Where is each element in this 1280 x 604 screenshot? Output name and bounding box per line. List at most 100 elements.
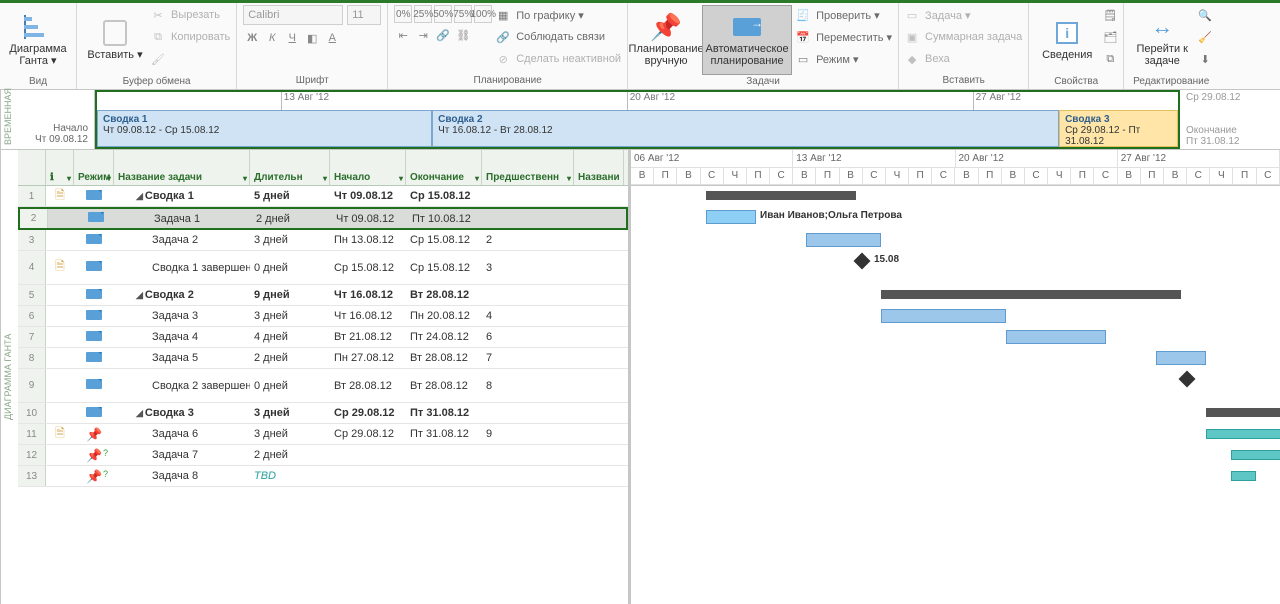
cell-pred[interactable]: 8: [482, 380, 574, 392]
cell-mode[interactable]: 📌: [74, 469, 114, 484]
cell-finish[interactable]: Пт 24.08.12: [406, 331, 482, 343]
cell-duration[interactable]: 5 дней: [250, 190, 330, 202]
cell-duration[interactable]: 2 дней: [252, 213, 332, 225]
cell-name[interactable]: ◢Сводка 2: [114, 289, 250, 301]
cell-mode[interactable]: 📌: [74, 448, 114, 463]
manual-schedule-button[interactable]: 📌 Планирование вручную: [634, 5, 698, 75]
cell-name[interactable]: Задача 7: [114, 449, 250, 461]
col-predecessors[interactable]: Предшественн▾: [482, 150, 574, 185]
cell-duration[interactable]: 3 дней: [250, 310, 330, 322]
font-color-button[interactable]: A: [323, 29, 341, 47]
table-row[interactable]: 12📌Задача 72 дней: [18, 445, 628, 466]
cell-start[interactable]: Ср 29.08.12: [330, 407, 406, 419]
cell-duration[interactable]: 3 дней: [250, 407, 330, 419]
cell-finish[interactable]: Вт 28.08.12: [406, 380, 482, 392]
cell-duration[interactable]: 0 дней: [250, 262, 330, 274]
cell-mode[interactable]: 📌: [74, 427, 114, 442]
cell-start[interactable]: Вт 21.08.12: [330, 331, 406, 343]
details-button[interactable]: 🗂: [1103, 27, 1117, 47]
cell-mode[interactable]: [76, 212, 116, 225]
cell-finish[interactable]: Ср 15.08.12: [406, 190, 482, 202]
cell-mode[interactable]: [74, 379, 114, 392]
cell-duration[interactable]: 2 дней: [250, 449, 330, 461]
task-bar[interactable]: [1206, 429, 1280, 439]
inactivate-button[interactable]: ⊘Сделать неактивной: [496, 49, 621, 69]
table-row[interactable]: 3Задача 23 днейПн 13.08.12Ср 15.08.122: [18, 230, 628, 251]
timeline-add-button[interactable]: ⧉: [1103, 49, 1117, 69]
timeline-bar[interactable]: Сводка 3 Ср 29.08.12 - Пт 31.08.12: [1059, 110, 1178, 147]
insert-task-button[interactable]: ▭Задача ▾: [905, 5, 1022, 25]
cell-start[interactable]: Ср 15.08.12: [330, 262, 406, 274]
cell-finish[interactable]: Пт 31.08.12: [406, 407, 482, 419]
task-bar[interactable]: [806, 233, 881, 247]
cell-start[interactable]: Чт 16.08.12: [330, 310, 406, 322]
cell-duration[interactable]: 3 дней: [250, 428, 330, 440]
cell-finish[interactable]: Ср 15.08.12: [406, 262, 482, 274]
task-bar[interactable]: [1006, 330, 1106, 344]
table-row[interactable]: 2Задача 12 днейЧт 09.08.12Пт 10.08.12: [18, 207, 628, 230]
col-rownum[interactable]: [18, 150, 46, 185]
table-row[interactable]: 6Задача 33 днейЧт 16.08.12Пн 20.08.124: [18, 306, 628, 327]
summary-bar[interactable]: [881, 290, 1181, 299]
information-button[interactable]: i Сведения: [1035, 5, 1099, 75]
cell-start[interactable]: Чт 16.08.12: [330, 289, 406, 301]
table-row[interactable]: 1🗎◢Сводка 15 днейЧт 09.08.12Ср 15.08.12: [18, 186, 628, 207]
col-mode[interactable]: Режим задачи▾: [74, 150, 114, 185]
pct-0[interactable]: 0%: [394, 5, 412, 23]
cell-name[interactable]: Задача 2: [114, 234, 250, 246]
cell-mode[interactable]: [74, 190, 114, 203]
cut-button[interactable]: ✂Вырезать: [151, 5, 230, 25]
underline-button[interactable]: Ч: [283, 29, 301, 47]
clear-button[interactable]: 🧹: [1198, 27, 1212, 47]
cell-mode[interactable]: [74, 234, 114, 247]
table-row[interactable]: 5◢Сводка 29 днейЧт 16.08.12Вт 28.08.12: [18, 285, 628, 306]
cell-start[interactable]: Чт 09.08.12: [332, 213, 408, 225]
mode-button[interactable]: ▭Режим ▾: [796, 49, 892, 69]
cell-pred[interactable]: 2: [482, 234, 574, 246]
unlink-button[interactable]: ⛓: [454, 26, 472, 44]
task-bar[interactable]: [706, 210, 756, 224]
table-row[interactable]: 7Задача 44 днейВт 21.08.12Пт 24.08.126: [18, 327, 628, 348]
task-bar[interactable]: [1231, 450, 1280, 460]
summary-bar[interactable]: [1206, 408, 1280, 417]
cell-mode[interactable]: [74, 407, 114, 420]
cell-duration[interactable]: 4 дней: [250, 331, 330, 343]
font-family-combo[interactable]: Calibri: [243, 5, 343, 25]
table-row[interactable]: 8Задача 52 днейПн 27.08.12Вт 28.08.127: [18, 348, 628, 369]
cell-start[interactable]: Пн 27.08.12: [330, 352, 406, 364]
fill-button[interactable]: ⬇: [1198, 49, 1212, 69]
cell-start[interactable]: Чт 09.08.12: [330, 190, 406, 202]
task-bar[interactable]: [881, 309, 1006, 323]
auto-schedule-button[interactable]: Автоматическое планирование: [702, 5, 792, 75]
cell-mode[interactable]: [74, 310, 114, 323]
task-bar[interactable]: [1231, 471, 1256, 481]
cell-duration[interactable]: 9 дней: [250, 289, 330, 301]
summary-bar[interactable]: [706, 191, 856, 200]
scroll-to-task-button[interactable]: ↔ Перейти к задаче: [1130, 5, 1194, 75]
cell-name[interactable]: Задача 8: [114, 470, 250, 482]
table-row[interactable]: 4🗎Сводка 1 завершена0 днейСр 15.08.12Ср …: [18, 251, 628, 285]
table-row[interactable]: 11🗎📌Задача 63 днейСр 29.08.12Пт 31.08.12…: [18, 424, 628, 445]
copy-button[interactable]: ⧉Копировать: [151, 27, 230, 47]
cell-mode[interactable]: [74, 352, 114, 365]
cell-name[interactable]: Сводка 2 завершена: [114, 380, 250, 392]
bold-button[interactable]: Ж: [243, 29, 261, 47]
col-finish[interactable]: Окончание▾: [406, 150, 482, 185]
cell-finish[interactable]: Вт 28.08.12: [406, 352, 482, 364]
cell-name[interactable]: Задача 1: [116, 213, 252, 225]
insert-summary-button[interactable]: ▣Суммарная задача: [905, 27, 1022, 47]
pct-100[interactable]: 100%: [474, 5, 492, 23]
cell-name[interactable]: Задача 4: [114, 331, 250, 343]
cell-finish[interactable]: Вт 28.08.12: [406, 289, 482, 301]
cell-pred[interactable]: 6: [482, 331, 574, 343]
cell-pred[interactable]: 9: [482, 428, 574, 440]
cell-name[interactable]: Сводка 1 завершена: [114, 262, 250, 274]
cell-mode[interactable]: [74, 289, 114, 302]
pct-25[interactable]: 25%: [414, 5, 432, 23]
cell-duration[interactable]: TBD: [250, 470, 330, 482]
paste-button[interactable]: Вставить ▾: [83, 5, 147, 75]
cell-finish[interactable]: Ср 15.08.12: [406, 234, 482, 246]
cell-duration[interactable]: 0 дней: [250, 380, 330, 392]
cell-name[interactable]: Задача 5: [114, 352, 250, 364]
indent-button[interactable]: ⇥: [414, 26, 432, 44]
